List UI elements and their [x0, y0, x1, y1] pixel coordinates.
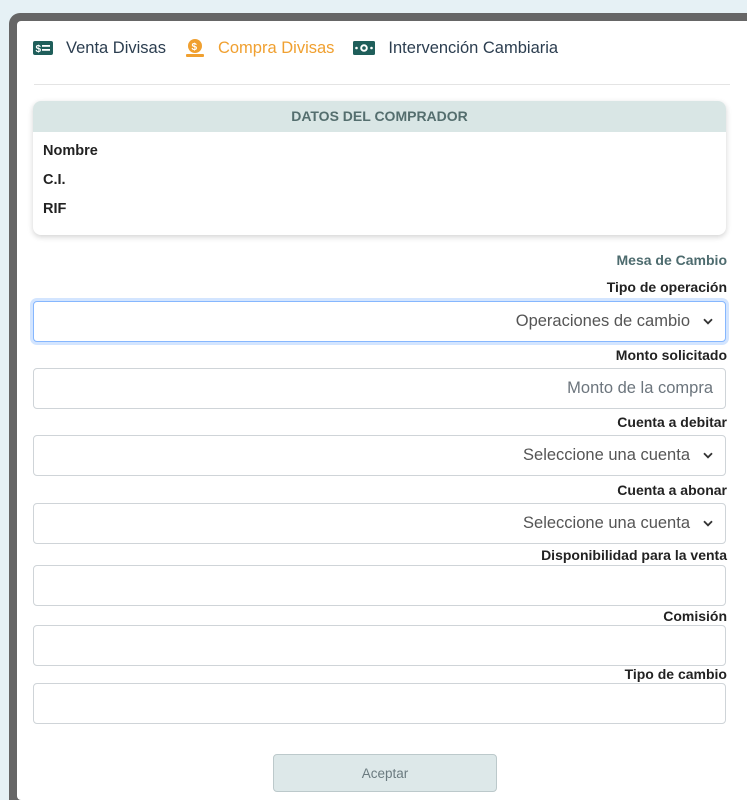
svg-text:$: $ — [36, 44, 42, 55]
tab-venta-divisas[interactable]: $ Venta Divisas — [33, 39, 166, 58]
cuenta-debitar-select[interactable]: Seleccione una cuenta — [33, 435, 726, 476]
disponibilidad-field[interactable] — [33, 565, 726, 606]
tab-intervencion-cambiaria[interactable]: Intervención Cambiaria — [353, 39, 558, 58]
tab-label: Intervención Cambiaria — [388, 38, 559, 57]
tab-label: Venta Divisas — [66, 38, 166, 57]
tab-label: Compra Divisas — [217, 38, 335, 57]
buyer-panel: DATOS DEL COMPRADOR Nombre C.I. RIF — [33, 101, 726, 235]
tipo-operacion-select[interactable]: Operaciones de cambio — [33, 301, 726, 342]
money-bill-icon: $ — [33, 41, 53, 55]
section-title-mesa-de-cambio: Mesa de Cambio — [616, 252, 727, 268]
disponibilidad-label: Disponibilidad para la venta — [541, 547, 727, 563]
buyer-ci-label: C.I. — [43, 172, 66, 188]
tipo-operacion-label: Tipo de operación — [606, 279, 727, 295]
buyer-name-label: Nombre — [43, 143, 98, 159]
cuenta-abonar-value: Seleccione una cuenta — [523, 514, 690, 532]
tab-compra-divisas[interactable]: $ Compra Divisas — [185, 38, 334, 58]
currency-tabs: $ Venta Divisas $ Compra Divisas Interve… — [33, 37, 577, 59]
comision-label: Comisión — [663, 608, 727, 624]
buyer-rif-label: RIF — [43, 201, 67, 217]
tipo-operacion-value: Operaciones de cambio — [515, 312, 690, 330]
tipo-cambio-label: Tipo de cambio — [624, 666, 727, 682]
chevron-down-icon — [703, 318, 713, 325]
main-card: $ Venta Divisas $ Compra Divisas Interve… — [17, 21, 747, 800]
chevron-down-icon — [703, 520, 713, 527]
banknote-icon — [353, 41, 376, 55]
chevron-down-icon — [703, 452, 713, 459]
tipo-cambio-field[interactable] — [33, 683, 726, 724]
cuenta-debitar-label: Cuenta a debitar — [617, 414, 727, 430]
monto-input[interactable]: Monto de la compra — [33, 368, 726, 409]
monto-placeholder: Monto de la compra — [567, 379, 713, 397]
comision-field[interactable] — [33, 625, 726, 666]
accept-button[interactable]: Aceptar — [273, 754, 497, 792]
coin-hand-icon: $ — [185, 38, 205, 58]
cuenta-abonar-label: Cuenta a abonar — [617, 482, 727, 498]
monto-solicitado-label: Monto solicitado — [615, 347, 727, 363]
svg-text:$: $ — [191, 42, 197, 53]
cuenta-abonar-select[interactable]: Seleccione una cuenta — [33, 503, 726, 544]
buyer-panel-header: DATOS DEL COMPRADOR — [33, 101, 726, 132]
tabs-divider — [34, 84, 730, 85]
cuenta-debitar-value: Seleccione una cuenta — [523, 446, 690, 464]
